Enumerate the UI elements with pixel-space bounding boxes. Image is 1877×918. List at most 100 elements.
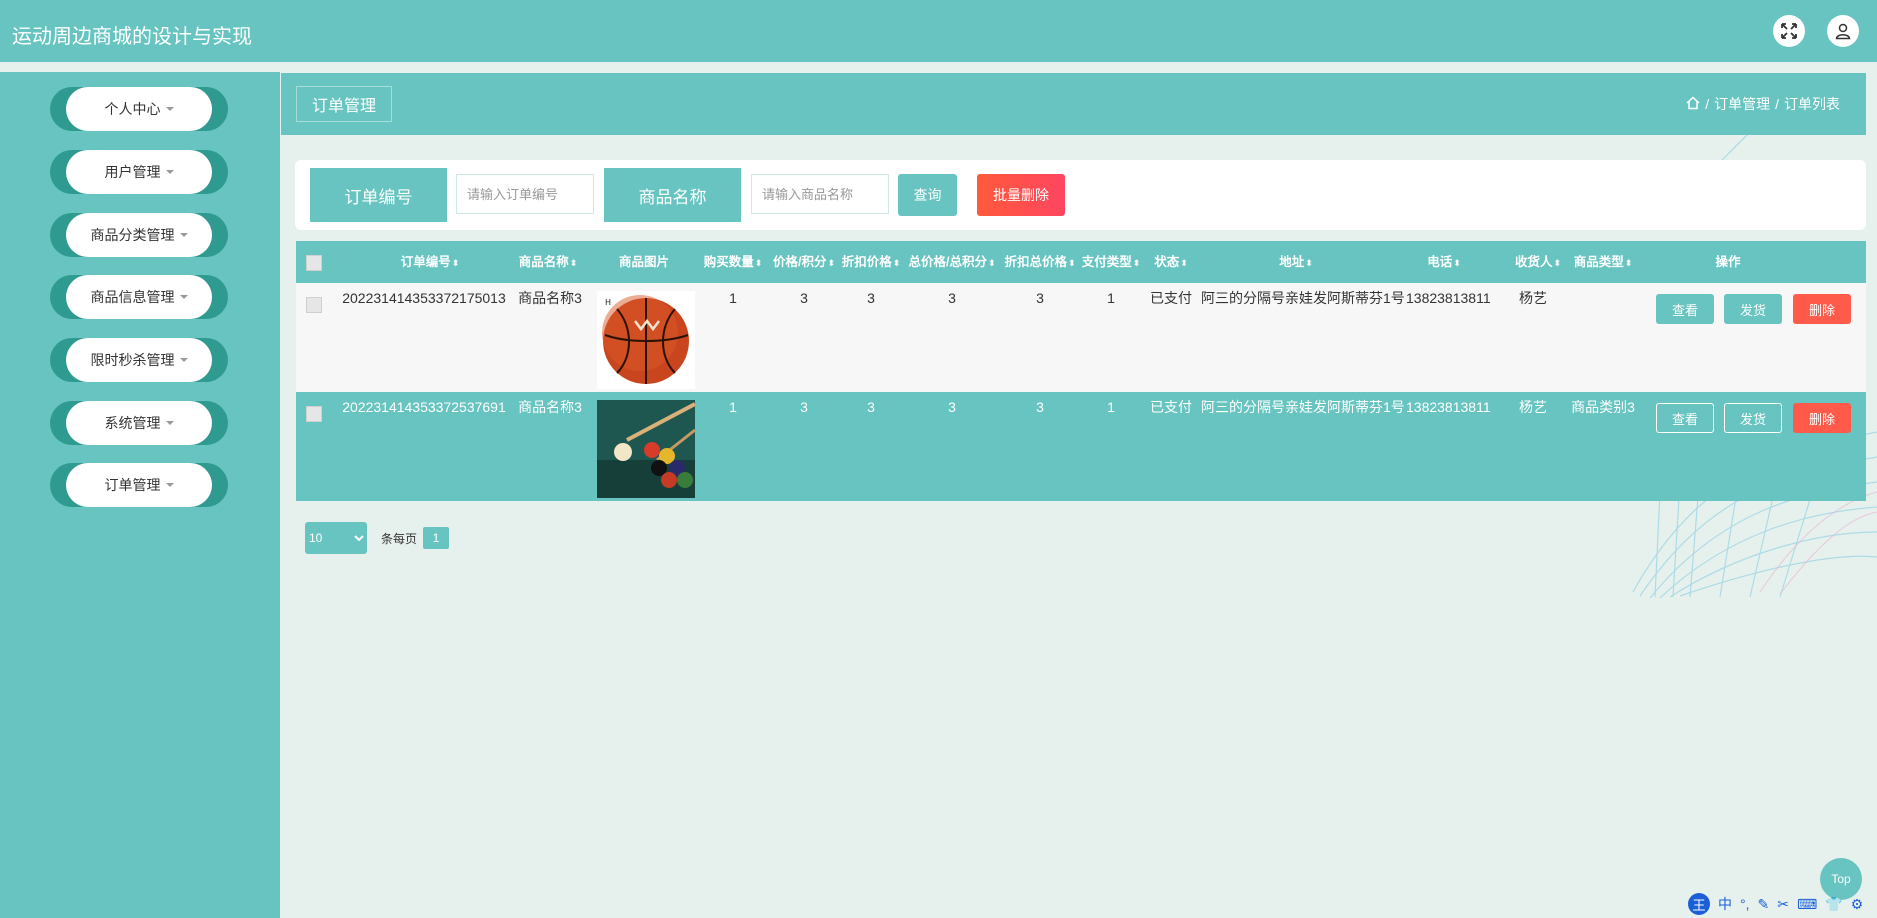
skin-icon[interactable]: 👕 [1825,896,1842,913]
view-button[interactable]: 查看 [1656,403,1714,433]
per-page-label: 条每页 [381,531,418,546]
sidebar-item-label: 个人中心 [104,101,161,117]
order-no-input[interactable] [456,174,594,214]
ime-toolbar: 王 中 °, ✎ ✂ ⌨ 👕 ⚙ [1688,890,1877,918]
row-checkbox[interactable] [306,297,322,313]
settings-icon[interactable]: ⚙ [1851,896,1864,913]
chevron-down-icon [179,233,188,237]
product-name-cell: 商品名称3 [518,290,582,306]
column-header[interactable]: 订单编号⬍ [370,241,490,283]
svg-text:H: H [605,298,611,307]
receiver-cell: 杨艺 [1519,399,1547,415]
discount-price-cell: 3 [867,290,875,306]
sidebar-item-flash-sale-management[interactable]: 限时秒杀管理 [50,338,228,382]
select-all-checkbox[interactable] [306,255,322,271]
product-image [597,400,695,498]
column-header[interactable]: 折扣价格⬍ [839,241,903,283]
product-name-input[interactable] [751,174,889,214]
product-name-cell: 商品名称3 [518,399,582,415]
total-price-cell: 3 [948,290,956,306]
column-header[interactable]: 价格/积分⬍ [769,241,839,283]
column-header: 商品图片 [618,255,669,269]
order-no-cell: 202231414353372537691 [342,399,506,415]
home-icon[interactable] [1686,95,1700,113]
receiver-cell: 杨艺 [1519,290,1547,306]
row-checkbox[interactable] [306,406,322,422]
phone-cell: 13823813811 [1406,399,1491,415]
pay-type-cell: 1 [1107,399,1115,415]
column-header[interactable]: 折扣总价格⬍ [1001,241,1079,283]
column-header[interactable]: 收货人⬍ [1513,241,1563,283]
ime-punctuation[interactable]: °, [1740,896,1750,912]
view-button[interactable]: 查看 [1656,294,1714,324]
column-header[interactable]: 支付类型⬍ [1079,241,1143,283]
sidebar-item-personal-center[interactable]: 个人中心 [50,87,228,131]
chevron-down-icon [165,483,174,487]
sidebar-item-label: 商品信息管理 [90,289,175,305]
product-name-label: 商品名称 [604,168,741,222]
phone-cell: 13823813811 [1406,290,1491,306]
column-header[interactable]: 电话⬍ [1414,241,1474,283]
status-cell: 已支付 [1150,290,1192,306]
column-header[interactable]: 商品名称⬍ [510,241,586,283]
user-icon[interactable] [1827,15,1859,47]
sidebar-item-label: 用户管理 [104,164,161,180]
breadcrumb-separator: / [1705,96,1710,112]
table-row: 2022314143533721750​13 商品名称3 H 1 3 3 3 3… [296,283,1866,392]
table-header: 订单编号⬍ 商品名称⬍ 商品图片 购买数量⬍ 价格/积分⬍ 折扣价格⬍ 总价格/… [296,241,1866,283]
breadcrumb: / 订单管理 / 订单列表 [1686,94,1840,114]
page-number-1[interactable]: 1 [423,527,450,549]
ime-logo[interactable]: 王 [1688,893,1710,915]
chevron-down-icon [179,358,188,362]
order-no-cell: 2022314143533721750​13 [342,290,506,306]
discount-price-cell: 3 [867,399,875,415]
sidebar-item-label: 限时秒杀管理 [90,352,175,368]
pagination: 10 条每页 1 [305,522,450,554]
chevron-down-icon [165,170,174,174]
sidebar-item-label: 系统管理 [104,415,161,431]
column-header[interactable]: 总价格/总积分⬍ [903,241,1001,283]
app-title: 运动周边商城的设计与实现 [12,24,252,48]
total-price-cell: 3 [948,399,956,415]
category-cell [1571,283,1635,313]
handwriting-icon[interactable]: ✎ [1758,896,1770,913]
sidebar-item-system-management[interactable]: 系统管理 [50,401,228,445]
quantity-cell: 1 [729,290,737,306]
product-image: H [597,291,695,389]
table-row: 202231414353372537691 商品名称3 1 3 3 3 3 1 … [296,392,1866,501]
ship-button[interactable]: 发货 [1724,294,1782,324]
page-size-select[interactable]: 10 [305,522,367,554]
sidebar-item-user-management[interactable]: 用户管理 [50,150,228,194]
keyboard-icon[interactable]: ⌨ [1797,896,1817,913]
price-cell: 3 [800,290,808,306]
batch-delete-button[interactable]: 批量删除 [977,174,1065,216]
address-cell: 阿三的分隔号亲娃发阿斯蒂芬1号 [1201,290,1405,306]
column-header[interactable]: 商品类型⬍ [1571,241,1635,283]
sidebar-item-label: 商品分类管理 [90,227,175,243]
delete-button[interactable]: 删除 [1793,403,1851,433]
breadcrumb-level1[interactable]: 订单管理 [1714,94,1770,114]
top-bar: 运动周边商城的设计与实现 [0,0,1877,62]
top-divider [0,62,1877,72]
page-title: 订单管理 [296,86,392,122]
sidebar-item-label: 订单管理 [104,477,161,493]
scissors-icon[interactable]: ✂ [1777,896,1789,913]
ship-button[interactable]: 发货 [1724,403,1782,433]
category-cell: 商品类别3 [1571,399,1635,415]
delete-button[interactable]: 删除 [1793,294,1851,324]
expand-icon[interactable] [1773,15,1805,47]
sidebar-item-order-management[interactable]: 订单管理 [50,463,228,507]
page-header [281,73,1866,135]
address-cell: 阿三的分隔号亲娃发阿斯蒂芬1号 [1201,399,1405,415]
column-header[interactable]: 状态⬍ [1147,241,1195,283]
discount-total-cell: 3 [1036,399,1044,415]
order-no-label: 订单编号 [310,168,447,222]
pay-type-cell: 1 [1107,290,1115,306]
column-header[interactable]: 地址⬍ [1236,241,1356,283]
query-button[interactable]: 查询 [898,174,957,216]
price-cell: 3 [800,399,808,415]
ime-chinese-toggle[interactable]: 中 [1718,894,1732,914]
sidebar-item-category-management[interactable]: 商品分类管理 [50,213,228,257]
column-header[interactable]: 购买数量⬍ [701,241,765,283]
sidebar-item-product-management[interactable]: 商品信息管理 [50,275,228,319]
